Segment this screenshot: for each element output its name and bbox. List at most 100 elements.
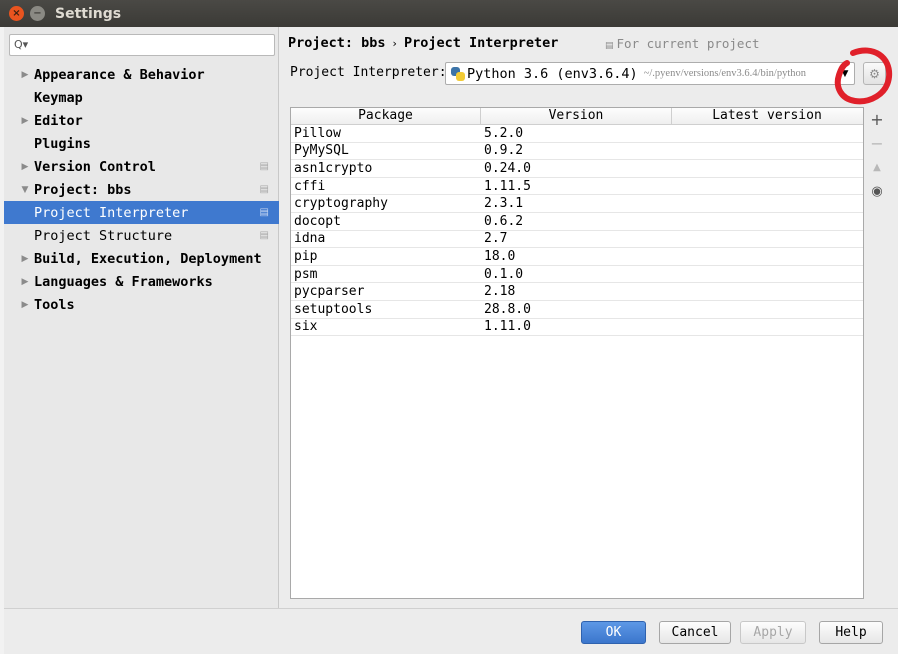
sidebar-item[interactable]: ▶ Editor [4,109,279,132]
sidebar-item[interactable]: ▶ Appearance & Behavior [4,63,279,86]
help-button[interactable]: Help [819,621,883,644]
sidebar-item[interactable]: Project Interpreter ▤ [4,201,279,224]
sidebar-item[interactable]: Project Structure ▤ [4,224,279,247]
sidebar-item[interactable]: Keymap [4,86,279,109]
sidebar-item[interactable]: ▶ Tools [4,293,279,316]
package-name-cell: setuptools [294,301,373,317]
settings-sidebar: Q▾ ▶ Appearance & Behavior Keymap ▶ Editor Pl… [4,27,279,608]
package-name-cell: docopt [294,213,341,229]
sidebar-item[interactable]: ▼ Project: bbs ▤ [4,178,279,201]
table-header: Package Version Latest version [291,108,863,125]
red-annotation-circle [834,47,893,105]
project-scope-icon: ▤ [259,184,269,195]
table-row[interactable]: asn1crypto 0.24.0 [291,160,863,178]
window-title: Settings [55,5,122,22]
chevron-right-icon[interactable]: ▶ [16,277,34,287]
table-row[interactable]: psm 0.1.0 [291,266,863,284]
chevron-down-icon[interactable]: ▼ [16,185,34,195]
table-row[interactable]: Pillow 5.2.0 [291,125,863,143]
search-input[interactable]: Q▾ [9,34,275,56]
sidebar-item-label: Keymap [34,89,83,106]
upgrade-package-button[interactable]: ▲ [866,155,888,179]
project-scope-icon: ▤ [259,230,269,241]
package-name-cell: PyMySQL [294,143,349,159]
breadcrumb-current: Project Interpreter [403,35,559,51]
project-scope-icon: ▤ [605,41,614,51]
add-package-button[interactable]: + [866,107,888,131]
table-row[interactable]: six 1.11.0 [291,319,863,337]
sidebar-item-label: Plugins [34,135,91,152]
ok-button[interactable]: OK [581,621,646,644]
package-name-cell: pycparser [294,284,365,300]
package-version-cell: 2.3.1 [484,196,524,212]
scope-note-text: For current project [616,36,760,51]
project-scope-icon: ▤ [259,207,269,218]
package-version-cell: 1.11.5 [484,178,531,194]
sidebar-item[interactable]: Plugins [4,132,279,155]
interpreter-select[interactable]: Python 3.6 (env3.6.4) ~/.pyenv/versions/… [445,62,855,85]
sidebar-item-label: Languages & Frameworks [34,273,213,290]
package-table: Package Version Latest version Pillow 5.2… [290,107,864,599]
column-header-package[interactable]: Package [291,108,481,124]
table-row[interactable]: PyMySQL 0.9.2 [291,143,863,161]
close-window-icon[interactable]: × [9,6,24,21]
table-row[interactable]: cffi 1.11.5 [291,178,863,196]
interpreter-name: Python 3.6 (env3.6.4) [467,65,638,82]
sidebar-item-label: Build, Execution, Deployment [34,250,262,267]
package-version-cell: 2.7 [484,231,508,247]
settings-tree: ▶ Appearance & Behavior Keymap ▶ Editor Plugi… [4,63,279,316]
table-row[interactable]: pip 18.0 [291,248,863,266]
package-name-cell: idna [294,231,326,247]
table-row[interactable]: pycparser 2.18 [291,283,863,301]
sidebar-item-label: Project: bbs [34,181,132,198]
table-row[interactable]: setuptools 28.8.0 [291,301,863,319]
chevron-right-icon[interactable]: ▶ [16,254,34,264]
show-early-releases-icon[interactable]: ◉ [866,179,888,203]
search-icon: Q▾ [14,38,29,51]
chevron-right-icon[interactable]: ▶ [16,116,34,126]
chevron-right-icon[interactable]: ▶ [16,300,34,310]
sidebar-item[interactable]: ▶ Languages & Frameworks [4,270,279,293]
package-version-cell: 0.6.2 [484,213,524,229]
package-version-cell: 1.11.0 [484,319,531,335]
package-version-cell: 0.24.0 [484,160,531,176]
breadcrumb-parent: Project: bbs [288,35,386,51]
sidebar-item[interactable]: ▶ Version Control ▤ [4,155,279,178]
breadcrumb: Project: bbs › Project Interpreter [288,35,558,51]
sidebar-item-label: Project Interpreter [34,204,189,221]
chevron-right-icon[interactable]: ▶ [16,162,34,172]
apply-button[interactable]: Apply [740,621,806,644]
title-bar: × − Settings [0,0,898,27]
table-row[interactable]: cryptography 2.3.1 [291,195,863,213]
dialog-footer: OK Cancel Apply Help [4,608,898,654]
minimize-window-icon[interactable]: − [30,6,45,21]
sidebar-item-label: Project Structure [34,227,173,244]
chevron-right-icon[interactable]: ▶ [16,70,34,80]
package-name-cell: cffi [294,178,326,194]
package-version-cell: 18.0 [484,248,516,264]
package-version-cell: 2.18 [484,284,516,300]
remove-package-button[interactable]: − [866,131,888,155]
package-version-cell: 0.9.2 [484,143,524,159]
sidebar-item-label: Appearance & Behavior [34,66,205,83]
interpreter-label: Project Interpreter: [290,65,447,80]
package-version-cell: 0.1.0 [484,266,524,282]
column-header-version[interactable]: Version [481,108,672,124]
table-row[interactable]: idna 2.7 [291,231,863,249]
package-version-cell: 28.8.0 [484,301,531,317]
sidebar-item-label: Editor [34,112,83,129]
cancel-button[interactable]: Cancel [659,621,731,644]
column-header-latest[interactable]: Latest version [672,108,862,124]
package-name-cell: pip [294,248,318,264]
package-name-cell: cryptography [294,196,388,212]
package-name-cell: Pillow [294,125,341,141]
sidebar-item-label: Version Control [34,158,156,175]
table-row[interactable]: docopt 0.6.2 [291,213,863,231]
python-icon [451,66,465,81]
sidebar-item[interactable]: ▶ Build, Execution, Deployment [4,247,279,270]
table-body: Pillow 5.2.0 PyMySQL 0.9.2 asn1crypto 0.24.0 c… [291,125,863,337]
settings-window: Q▾ ▶ Appearance & Behavior Keymap ▶ Editor Pl… [4,27,898,654]
interpreter-path: ~/.pyenv/versions/env3.6.4/bin/python [643,68,806,79]
project-scope-icon: ▤ [259,161,269,172]
interpreter-panel: Project: bbs › Project Interpreter ▤ For … [280,27,898,608]
